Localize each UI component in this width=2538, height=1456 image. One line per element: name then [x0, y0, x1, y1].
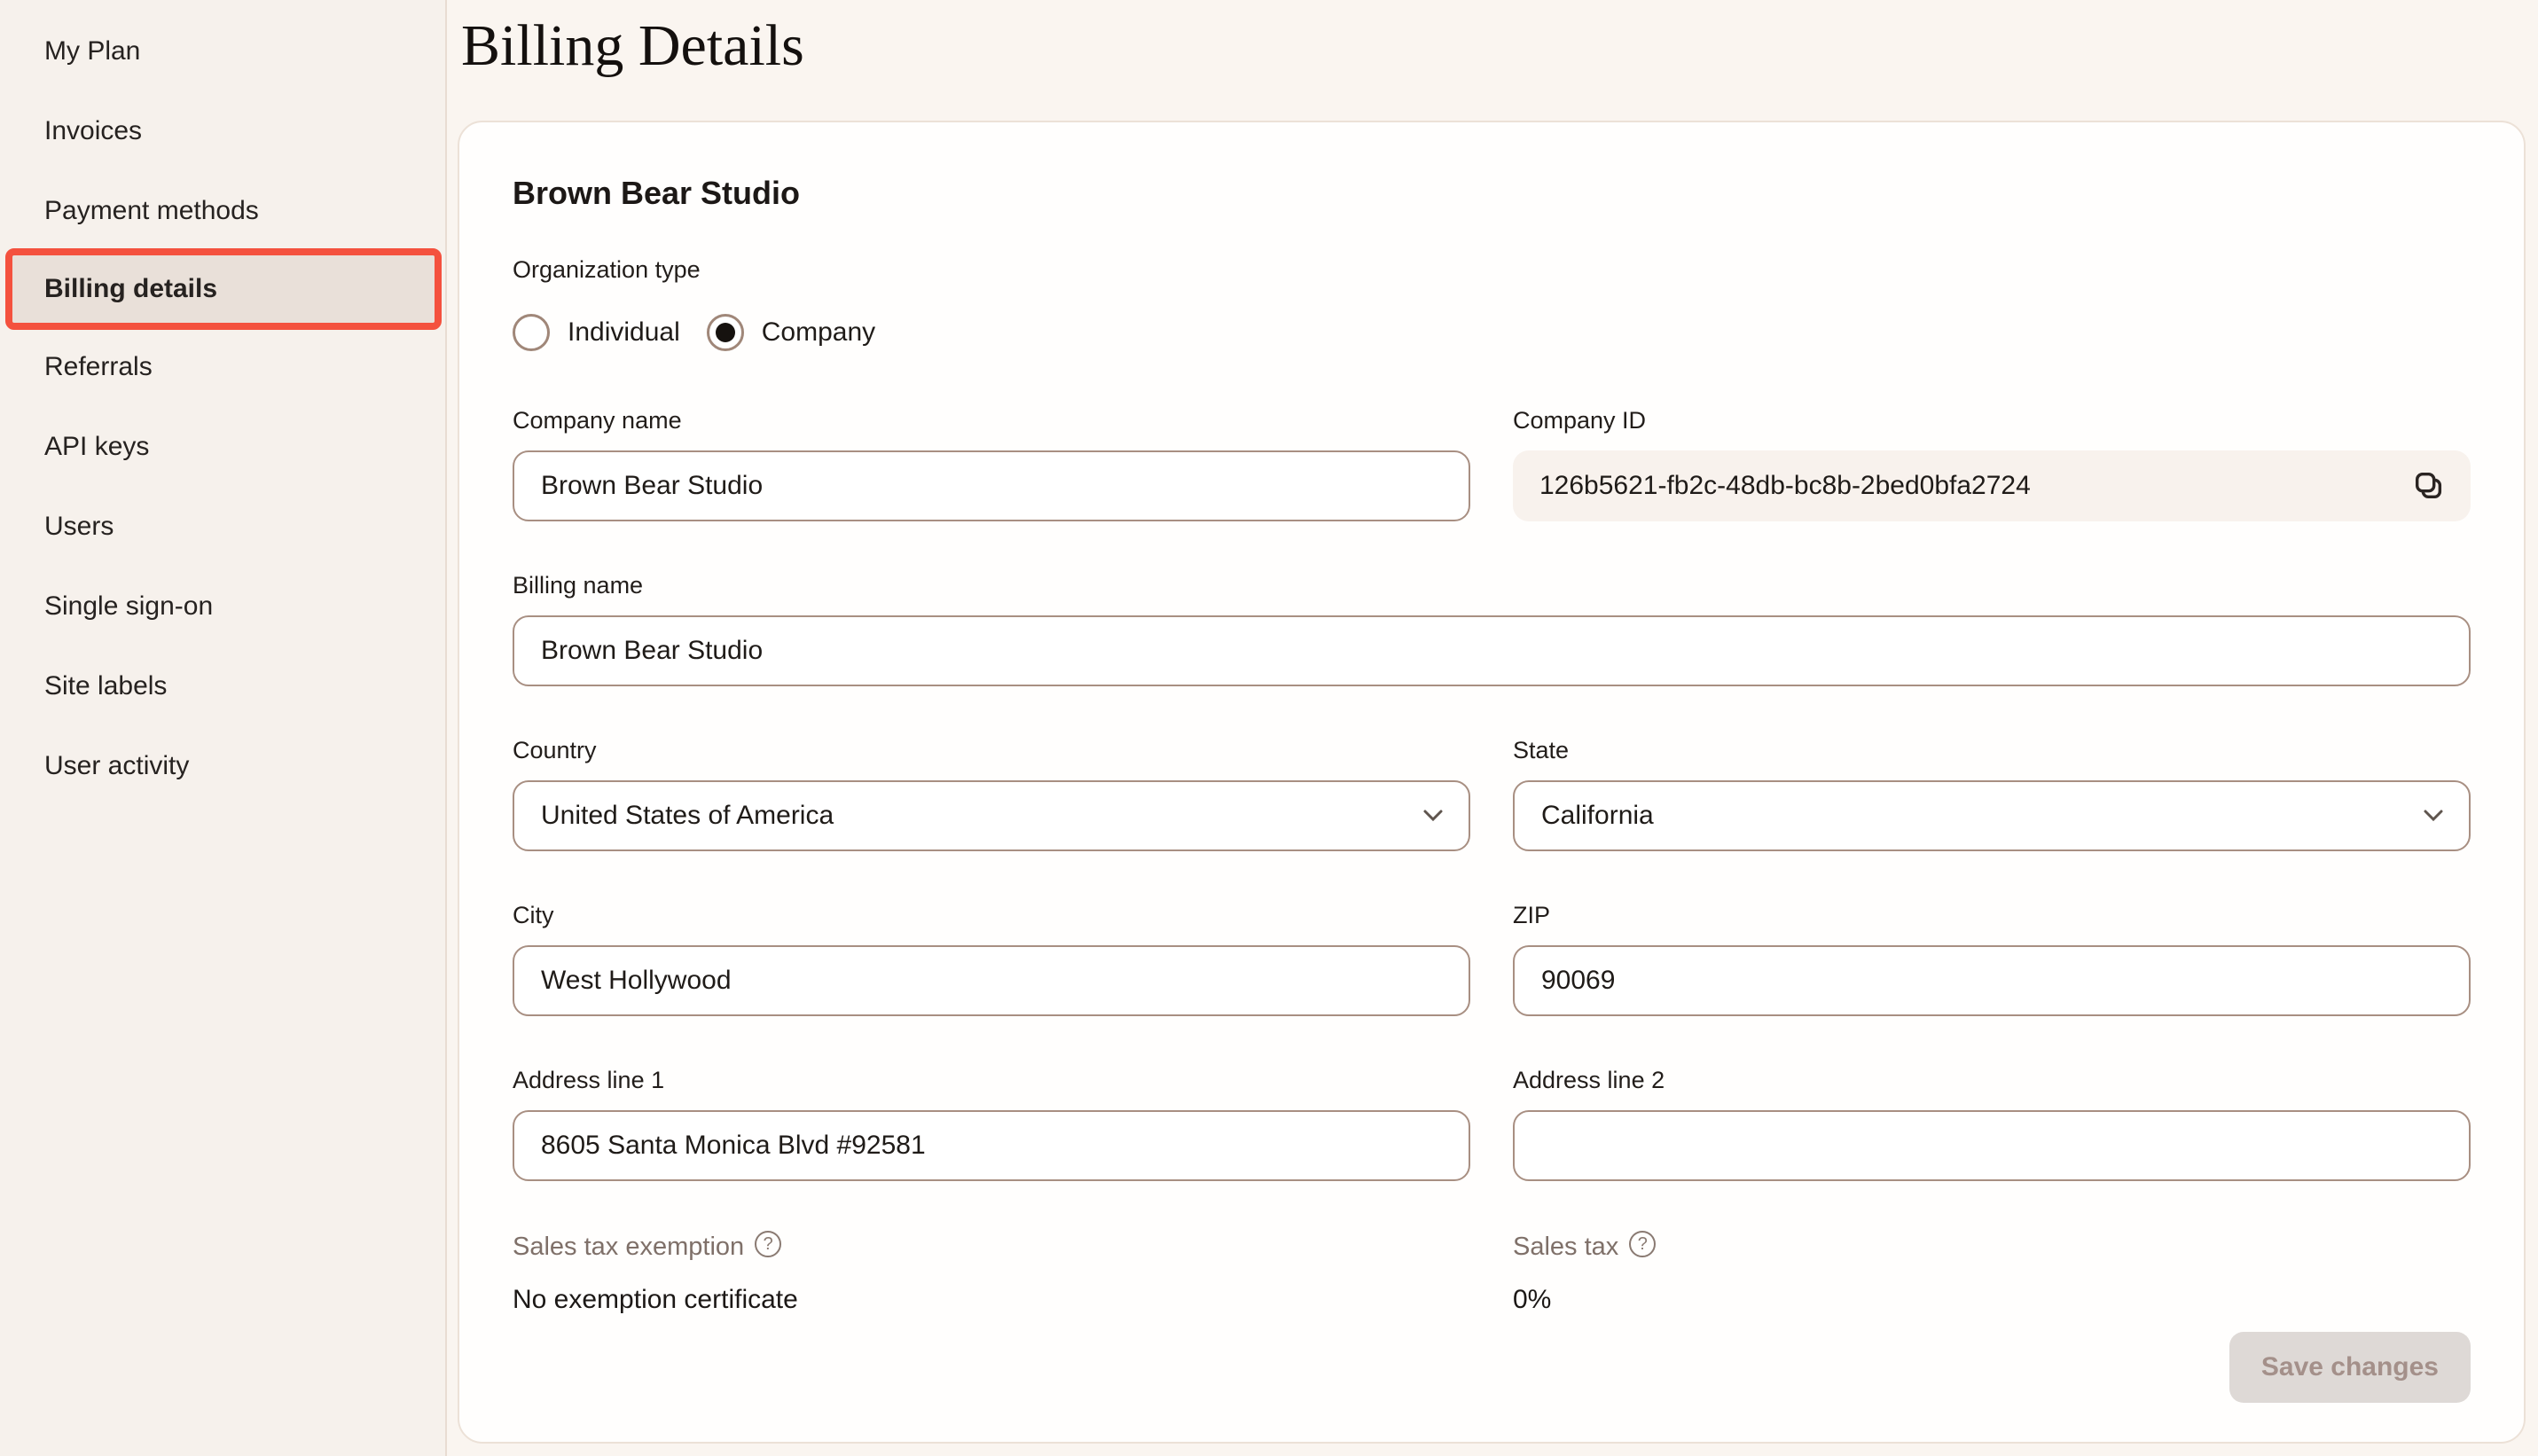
- radio-option-individual[interactable]: Individual: [513, 314, 680, 351]
- sales-tax-exemption-group: Sales tax exemption ? No exemption certi…: [513, 1229, 1470, 1315]
- chevron-down-icon: [1422, 809, 1444, 823]
- sidebar-item-payment-methods[interactable]: Payment methods: [0, 176, 445, 247]
- sidebar-item-site-labels[interactable]: Site labels: [0, 651, 445, 722]
- company-id-value: 126b5621-fb2c-48db-bc8b-2bed0bfa2724: [1539, 471, 2031, 501]
- address-line-1-field-group: Address line 1: [513, 1064, 1470, 1181]
- main-content: Billing Details Brown Bear Studio Organi…: [447, 0, 2538, 1456]
- zip-field-group: ZIP: [1513, 899, 2471, 1016]
- state-select[interactable]: California: [1513, 780, 2471, 851]
- zip-label: ZIP: [1513, 899, 2471, 931]
- company-name-input[interactable]: [513, 450, 1470, 521]
- company-id-value-box: 126b5621-fb2c-48db-bc8b-2bed0bfa2724: [1513, 450, 2471, 521]
- sales-tax-exemption-value: No exemption certificate: [513, 1285, 1470, 1315]
- sidebar-item-single-sign-on[interactable]: Single sign-on: [0, 571, 445, 642]
- sales-tax-value: 0%: [1513, 1285, 2471, 1315]
- country-value: United States of America: [541, 801, 834, 831]
- copy-icon: [2412, 469, 2446, 503]
- billing-name-label: Billing name: [513, 569, 2471, 601]
- organization-type-group: Organization type Individual Company: [513, 254, 2471, 351]
- chevron-down-icon: [2423, 809, 2444, 823]
- radio-company-label: Company: [762, 317, 875, 348]
- zip-input[interactable]: [1513, 945, 2471, 1016]
- state-value: California: [1541, 801, 1654, 831]
- sidebar-item-invoices[interactable]: Invoices: [0, 96, 445, 167]
- company-name-field-group: Company name: [513, 404, 1470, 521]
- sidebar-item-api-keys[interactable]: API keys: [0, 411, 445, 482]
- sales-tax-group: Sales tax ? 0%: [1513, 1229, 2471, 1315]
- country-field-group: Country United States of America: [513, 734, 1470, 851]
- state-field-group: State California: [1513, 734, 2471, 851]
- save-changes-button[interactable]: Save changes: [2229, 1332, 2471, 1403]
- company-heading: Brown Bear Studio: [513, 172, 2471, 215]
- billing-name-input[interactable]: [513, 615, 2471, 686]
- address-line-2-field-group: Address line 2: [1513, 1064, 2471, 1181]
- city-field-group: City: [513, 899, 1470, 1016]
- sidebar-item-users[interactable]: Users: [0, 491, 445, 562]
- sidebar-item-my-plan[interactable]: My Plan: [0, 16, 445, 87]
- help-icon[interactable]: ?: [755, 1231, 781, 1257]
- sales-tax-label: Sales tax: [1513, 1233, 1618, 1262]
- company-id-field-group: Company ID 126b5621-fb2c-48db-bc8b-2bed0…: [1513, 404, 2471, 521]
- sidebar-item-billing-details[interactable]: Billing details: [12, 255, 435, 323]
- address-line-1-label: Address line 1: [513, 1064, 1470, 1096]
- radio-individual-icon[interactable]: [513, 314, 550, 351]
- help-icon[interactable]: ?: [1629, 1231, 1656, 1257]
- city-label: City: [513, 899, 1470, 931]
- radio-option-company[interactable]: Company: [707, 314, 875, 351]
- country-select[interactable]: United States of America: [513, 780, 1470, 851]
- radio-company-icon[interactable]: [707, 314, 744, 351]
- sidebar-item-referrals[interactable]: Referrals: [0, 332, 445, 403]
- sales-tax-exemption-label: Sales tax exemption: [513, 1233, 744, 1262]
- country-label: Country: [513, 734, 1470, 766]
- page-title: Billing Details: [461, 7, 2526, 85]
- copy-button[interactable]: [2409, 466, 2449, 506]
- address-line-2-label: Address line 2: [1513, 1064, 2471, 1096]
- state-label: State: [1513, 734, 2471, 766]
- address-line-1-input[interactable]: [513, 1110, 1470, 1181]
- billing-name-field-group: Billing name: [513, 569, 2471, 686]
- organization-type-label: Organization type: [513, 254, 2471, 286]
- sidebar-item-user-activity[interactable]: User activity: [0, 731, 445, 802]
- settings-sidebar: My Plan Invoices Payment methods Billing…: [0, 0, 447, 1456]
- company-name-label: Company name: [513, 404, 1470, 436]
- company-id-label: Company ID: [1513, 404, 2471, 436]
- billing-details-card: Brown Bear Studio Organization type Indi…: [458, 121, 2526, 1444]
- radio-individual-label: Individual: [568, 317, 680, 348]
- address-line-2-input[interactable]: [1513, 1110, 2471, 1181]
- city-input[interactable]: [513, 945, 1470, 1016]
